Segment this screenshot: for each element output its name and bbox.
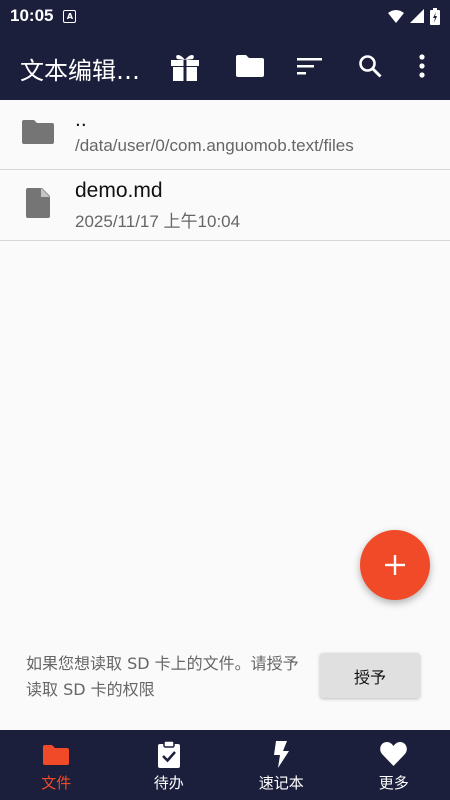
nav-item-notes[interactable]: 速记本 <box>225 730 338 800</box>
status-icons <box>388 7 440 25</box>
file-name: .. <box>75 108 87 131</box>
folder-icon <box>22 116 54 148</box>
app-bar: 文本编辑… <box>0 32 450 100</box>
gift-icon[interactable] <box>167 48 203 84</box>
nav-label: 文件 <box>41 774 72 792</box>
battery-icon <box>430 7 440 25</box>
nav-item-more[interactable]: 更多 <box>338 730 450 800</box>
folder-icon[interactable] <box>232 48 268 84</box>
notification-a-icon: A <box>63 9 77 23</box>
sort-icon[interactable] <box>292 48 328 84</box>
plus-icon <box>385 555 405 575</box>
search-icon[interactable] <box>352 48 388 84</box>
nav-label: 速记本 <box>258 774 304 792</box>
nav-label: 更多 <box>378 774 409 792</box>
wifi-icon <box>388 10 404 23</box>
flash-icon <box>266 740 296 768</box>
status-bar: 10:05 A <box>0 0 450 32</box>
heart-icon <box>379 740 409 768</box>
list-item-parent-dir[interactable]: .. /data/user/0/com.anguomob.text/files <box>0 100 450 170</box>
grant-permission-button[interactable]: 授予 <box>320 653 420 698</box>
file-path: /data/user/0/com.anguomob.text/files <box>75 136 354 155</box>
nav-label: 待办 <box>153 774 184 792</box>
list-item-file[interactable]: demo.md 2025/11/17 上午10:04 <box>0 171 450 241</box>
status-time: 10:05 <box>10 6 54 25</box>
signal-icon <box>410 9 424 23</box>
file-date: 2025/11/17 上午10:04 <box>75 212 241 231</box>
file-name: demo.md <box>75 179 163 202</box>
more-vert-icon[interactable] <box>404 48 440 84</box>
clipboard-check-icon <box>154 740 184 768</box>
nav-item-todo[interactable]: 待办 <box>113 730 226 800</box>
bottom-nav: 文件 待办 速记本 更多 <box>0 730 450 800</box>
add-file-button[interactable] <box>360 530 430 600</box>
app-title: 文本编辑… <box>20 57 140 85</box>
folder-icon <box>41 740 71 768</box>
file-icon <box>22 187 54 219</box>
permission-message: 如果您想读取 SD 卡上的文件。请授予读取 SD 卡的权限 <box>26 654 299 699</box>
nav-item-files[interactable]: 文件 <box>0 730 113 800</box>
